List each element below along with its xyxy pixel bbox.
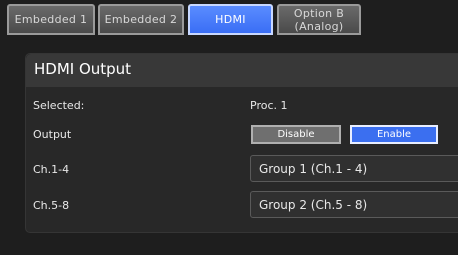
selected-value: Proc. 1 xyxy=(250,99,288,112)
app-root: Embedded 1 Embedded 2 HDMI Option B (Ana… xyxy=(0,0,458,255)
disable-button[interactable]: Disable xyxy=(251,125,341,144)
ch1-4-selected-value: Group 1 (Ch.1 - 4) xyxy=(259,161,368,176)
tab-label: Embedded 2 xyxy=(104,13,178,26)
tab-embedded-1[interactable]: Embedded 1 xyxy=(7,4,95,35)
panel-title: HDMI Output xyxy=(34,60,132,78)
hdmi-output-panel: HDMI Output Selected: Proc. 1 Output Dis… xyxy=(25,53,458,233)
ch1-4-label: Ch.1-4 xyxy=(33,163,70,176)
selected-label: Selected: xyxy=(33,99,85,112)
tab-hdmi[interactable]: HDMI xyxy=(188,4,273,35)
enable-button-label: Enable xyxy=(376,129,412,140)
ch5-8-label: Ch.5-8 xyxy=(33,199,70,212)
tab-option-b-analog[interactable]: Option B (Analog) xyxy=(277,4,361,35)
ch5-8-selected-value: Group 2 (Ch.5 - 8) xyxy=(259,197,368,212)
tab-label: Option B (Analog) xyxy=(293,6,345,33)
output-label: Output xyxy=(33,128,72,141)
tab-bar: Embedded 1 Embedded 2 HDMI Option B (Ana… xyxy=(0,0,458,40)
tab-label: HDMI xyxy=(215,13,246,26)
tab-label: Embedded 1 xyxy=(14,13,88,26)
enable-button[interactable]: Enable xyxy=(350,125,438,144)
ch1-4-group-select[interactable]: Group 1 (Ch.1 - 4) xyxy=(250,155,458,182)
tab-embedded-2[interactable]: Embedded 2 xyxy=(98,4,184,35)
panel-header: HDMI Output xyxy=(26,54,458,87)
disable-button-label: Disable xyxy=(277,129,315,140)
ch5-8-group-select[interactable]: Group 2 (Ch.5 - 8) xyxy=(250,191,458,218)
